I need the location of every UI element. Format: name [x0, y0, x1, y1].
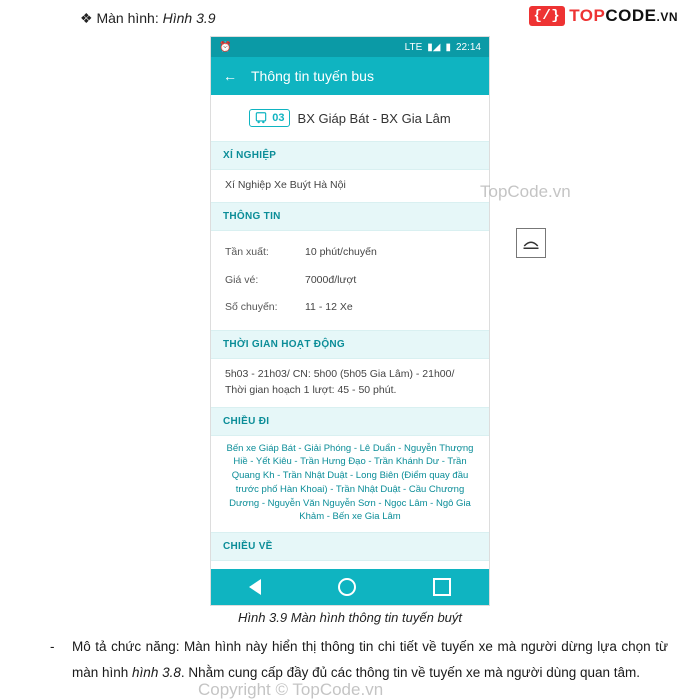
info-val: 7000đ/lượt	[305, 273, 356, 289]
status-time: 22:14	[456, 42, 481, 53]
info-row: Số chuyến: 11 - 12 Xe	[225, 294, 475, 322]
bullet-icon: ❖	[80, 10, 93, 26]
info-row: Tần xuất: 10 phút/chuyến	[225, 239, 475, 267]
desc-ref: hình 3.8	[132, 665, 181, 680]
info-val: 11 - 12 Xe	[305, 300, 353, 316]
section-body-thoigian: 5h03 - 21h03/ CN: 5h00 (5h05 Gia Lâm) - …	[211, 359, 489, 407]
section-body-chieudi: Bến xe Giáp Bát - Giải Phóng - Lê Duẩn -…	[211, 436, 489, 533]
figure-description: - Mô tả chức năng: Màn hình này hiển thị…	[72, 634, 668, 685]
route-name: BX Giáp Bát - BX Gia Lâm	[298, 111, 451, 126]
figure-caption: Hình 3.9 Màn hình thông tin tuyến buýt	[0, 610, 700, 625]
section-body-thongtin: Tần xuất: 10 phút/chuyến Giá vé: 7000đ/l…	[211, 231, 489, 330]
section-head-chieudi: CHIỀU ĐI	[211, 407, 489, 436]
logo-code: CODE	[605, 6, 656, 25]
nav-recent-icon[interactable]	[433, 578, 451, 596]
logo-mark: {/}	[529, 6, 566, 26]
app-bar: ← Thông tin tuyến bus	[211, 57, 489, 95]
phone-screenshot: ⏰ LTE ▮◢ ▮ 22:14 ← Thông tin tuyến bus 0…	[210, 36, 490, 606]
floating-widget-icon[interactable]	[516, 228, 546, 258]
back-arrow-icon[interactable]: ←	[223, 68, 237, 84]
watermark: TopCode.vn	[480, 182, 571, 202]
section-head-thongtin: THÔNG TIN	[211, 202, 489, 231]
appbar-title: Thông tin tuyến bus	[251, 68, 374, 84]
section-head-xinghiep: XÍ NGHIỆP	[211, 141, 489, 170]
signal-icon: ▮◢	[427, 42, 440, 53]
bus-icon	[254, 111, 268, 125]
route-number: 03	[272, 112, 284, 124]
logo-top: TOP	[569, 6, 605, 25]
dash-bullet: -	[50, 634, 55, 660]
topcode-logo: {/} TOPCODE.VN	[529, 6, 679, 26]
bullet-ref: Hình 3.9	[163, 10, 216, 26]
info-val: 10 phút/chuyến	[305, 245, 377, 261]
nav-back-icon[interactable]	[249, 579, 261, 595]
section-head-thoigian: THỜI GIAN HOẠT ĐỘNG	[211, 330, 489, 359]
info-row: Giá vé: 7000đ/lượt	[225, 267, 475, 295]
info-key: Giá vé:	[225, 273, 305, 289]
status-bar: ⏰ LTE ▮◢ ▮ 22:14	[211, 37, 489, 57]
nav-home-icon[interactable]	[338, 578, 356, 596]
battery-icon: ▮	[445, 42, 451, 53]
doc-bullet-line: ❖ Màn hình: Hình 3.9	[80, 10, 216, 27]
route-header: 03 BX Giáp Bát - BX Gia Lâm	[211, 95, 489, 141]
info-key: Tần xuất:	[225, 245, 305, 261]
logo-vn: .VN	[656, 10, 678, 24]
section-head-chieuve: CHIỀU VỀ	[211, 532, 489, 561]
android-nav-bar	[211, 569, 489, 605]
desc-suffix: . Nhằm cung cấp đầy đủ các thông tin về …	[181, 665, 640, 680]
horizon-icon	[522, 234, 540, 252]
section-body-xinghiep: Xí Nghiệp Xe Buýt Hà Nội	[211, 170, 489, 202]
alarm-icon: ⏰	[219, 42, 231, 53]
route-badge: 03	[249, 109, 289, 127]
bullet-label: Màn hình:	[96, 10, 158, 26]
info-key: Số chuyến:	[225, 300, 305, 316]
lte-indicator: LTE	[405, 42, 423, 53]
